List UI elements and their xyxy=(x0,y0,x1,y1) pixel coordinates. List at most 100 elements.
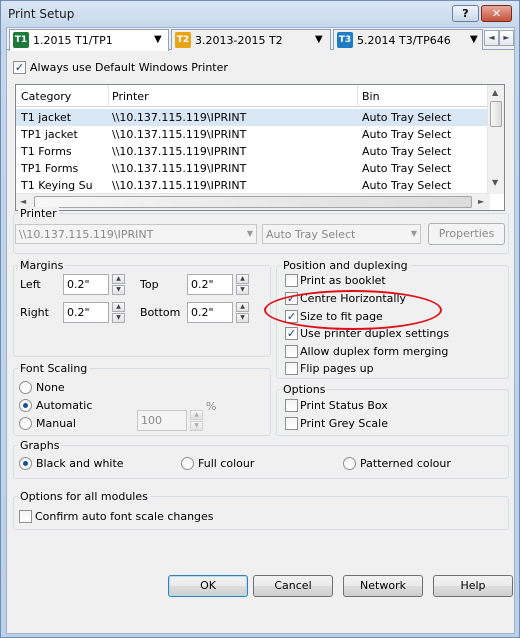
printer-group-label: Printer xyxy=(18,207,59,220)
font-scaling-none-radio[interactable] xyxy=(19,381,32,394)
tab-scroll-left-icon[interactable]: ◄ xyxy=(484,30,499,46)
margin-bottom-stepper[interactable]: ▲ ▼ xyxy=(236,302,249,323)
margin-right-label: Right xyxy=(20,306,49,319)
scroll-up-icon[interactable]: ▲ xyxy=(492,88,498,97)
list-row[interactable]: TP1 jacket \\10.137.115.119\IPRINT Auto … xyxy=(16,126,490,143)
list-horizontal-scrollbar[interactable]: ◄ ► xyxy=(16,193,490,210)
graphs-bw-label: Black and white xyxy=(36,457,124,470)
margins-group-label: Margins xyxy=(18,259,66,272)
font-scaling-manual-label: Manual xyxy=(36,417,76,430)
margin-right-input[interactable]: 0.2" xyxy=(63,302,109,323)
print-status-box-label: Print Status Box xyxy=(300,399,388,412)
scroll-down-icon[interactable]: ▼ xyxy=(492,178,498,187)
row-bin: Auto Tray Select xyxy=(362,179,452,191)
dialog-body: T1 1.2015 T1/TP1 ▼ T2 3.2013-2015 T2 ▼ T… xyxy=(6,27,515,634)
centre-horizontally-label: Centre Horizontally xyxy=(300,292,407,305)
row-bin: Auto Tray Select xyxy=(362,128,452,141)
help-title-button[interactable]: ? xyxy=(452,5,479,22)
all-modules-group-label: Options for all modules xyxy=(18,490,150,503)
row-category: TP1 jacket xyxy=(21,128,78,141)
properties-button[interactable]: Properties xyxy=(428,223,505,245)
margin-right-stepper[interactable]: ▲ ▼ xyxy=(112,302,125,323)
list-vertical-scrollbar[interactable]: ▲ ▼ xyxy=(487,85,504,194)
row-bin: Auto Tray Select xyxy=(362,145,452,158)
margin-top-label: Top xyxy=(140,278,159,291)
chevron-down-icon[interactable]: ▼ xyxy=(154,34,162,45)
row-printer: \\10.137.115.119\IPRINT xyxy=(112,145,247,158)
row-bin: Auto Tray Select xyxy=(362,111,452,124)
ok-button[interactable]: OK xyxy=(168,575,248,597)
window-title: Print Setup xyxy=(8,7,75,21)
margin-top-input[interactable]: 0.2" xyxy=(187,274,233,295)
scroll-left-icon[interactable]: ◄ xyxy=(20,197,26,206)
chevron-down-icon[interactable]: ▼ xyxy=(315,34,323,45)
font-scaling-none-label: None xyxy=(36,381,65,394)
centre-horizontally-checkbox[interactable]: ✓ xyxy=(285,292,298,305)
font-scaling-group-label: Font Scaling xyxy=(18,362,90,375)
font-scaling-automatic-radio[interactable] xyxy=(19,399,32,412)
row-bin: Auto Tray Select xyxy=(362,162,452,175)
scroll-thumb[interactable] xyxy=(490,101,502,127)
bin-select-value: Auto Tray Select xyxy=(266,228,356,241)
t1-icon: T1 xyxy=(13,32,29,48)
print-status-box-checkbox[interactable] xyxy=(285,399,298,412)
tab-t3[interactable]: T3 5.2014 T3/TP646 ▼ xyxy=(333,29,483,50)
list-row[interactable]: T1 Forms \\10.137.115.119\IPRINT Auto Tr… xyxy=(16,143,490,160)
margin-left-input[interactable]: 0.2" xyxy=(63,274,109,295)
tab-scroll-right-icon[interactable]: ► xyxy=(499,30,514,46)
list-row[interactable]: T1 Keying Su \\10.137.115.119\IPRINT Aut… xyxy=(16,177,490,191)
confirm-font-scale-checkbox[interactable] xyxy=(19,510,32,523)
manual-scale-stepper[interactable]: ▲ ▼ xyxy=(190,410,203,431)
size-to-fit-checkbox[interactable]: ✓ xyxy=(285,310,298,323)
row-printer: \\10.137.115.119\IPRINT xyxy=(112,179,247,191)
tab-t1[interactable]: T1 1.2015 T1/TP1 ▼ xyxy=(9,29,169,51)
manual-scale-input[interactable]: 100 xyxy=(137,410,187,431)
graphs-full-colour-radio[interactable] xyxy=(181,457,194,470)
allow-duplex-merging-checkbox[interactable] xyxy=(285,345,298,358)
chevron-down-icon: ▼ xyxy=(246,229,253,238)
list-row[interactable]: TP1 Forms \\10.137.115.119\IPRINT Auto T… xyxy=(16,160,490,177)
list-row[interactable]: T1 jacket \\10.137.115.119\IPRINT Auto T… xyxy=(16,109,490,126)
printer-select[interactable]: \\10.137.115.119\IPRINT ▼ xyxy=(15,224,257,244)
margin-bottom-input[interactable]: 0.2" xyxy=(187,302,233,323)
scroll-right-icon[interactable]: ► xyxy=(478,197,484,206)
print-grey-scale-checkbox[interactable] xyxy=(285,417,298,430)
graphs-bw-radio[interactable] xyxy=(19,457,32,470)
scroll-thumb[interactable] xyxy=(34,196,472,208)
chevron-down-icon: ▼ xyxy=(410,229,417,238)
graphs-group-label: Graphs xyxy=(18,439,62,452)
bin-select[interactable]: Auto Tray Select ▼ xyxy=(262,224,421,244)
use-printer-duplex-checkbox[interactable]: ✓ xyxy=(285,327,298,340)
help-button[interactable]: Help xyxy=(433,575,513,597)
always-default-checkbox[interactable]: ✓ xyxy=(13,61,26,74)
printer-select-value: \\10.137.115.119\IPRINT xyxy=(19,228,154,241)
row-printer: \\10.137.115.119\IPRINT xyxy=(112,162,247,175)
tab-t2-label: 3.2013-2015 T2 xyxy=(195,34,283,47)
header-bin[interactable]: Bin xyxy=(362,90,380,103)
options-group-label: Options xyxy=(281,383,328,396)
graphs-patterned-radio[interactable] xyxy=(343,457,356,470)
cancel-button[interactable]: Cancel xyxy=(253,575,333,597)
margin-top-stepper[interactable]: ▲ ▼ xyxy=(236,274,249,295)
category-list[interactable]: Category Printer Bin T1 jacket \\10.137.… xyxy=(15,84,505,211)
font-scaling-automatic-label: Automatic xyxy=(36,399,93,412)
row-category: TP1 Forms xyxy=(21,162,79,175)
print-as-booklet-checkbox[interactable] xyxy=(285,274,298,287)
close-button[interactable]: ✕ xyxy=(481,5,512,22)
use-printer-duplex-label: Use printer duplex settings xyxy=(300,327,450,340)
tab-strip: T1 1.2015 T1/TP1 ▼ T2 3.2013-2015 T2 ▼ T… xyxy=(7,28,514,51)
graphs-patterned-label: Patterned colour xyxy=(360,457,451,470)
header-category[interactable]: Category xyxy=(21,90,71,103)
position-group-label: Position and duplexing xyxy=(281,259,410,272)
always-default-label: Always use Default Windows Printer xyxy=(30,61,228,74)
flip-pages-up-checkbox[interactable] xyxy=(285,362,298,375)
margin-left-stepper[interactable]: ▲ ▼ xyxy=(112,274,125,295)
network-button[interactable]: Network xyxy=(343,575,423,597)
tab-t2[interactable]: T2 3.2013-2015 T2 ▼ xyxy=(171,29,331,50)
font-scaling-manual-radio[interactable] xyxy=(19,417,32,430)
allow-duplex-merging-label: Allow duplex form merging xyxy=(300,345,449,358)
row-printer: \\10.137.115.119\IPRINT xyxy=(112,128,247,141)
row-category: T1 jacket xyxy=(21,111,72,124)
chevron-down-icon[interactable]: ▼ xyxy=(470,34,478,45)
header-printer[interactable]: Printer xyxy=(112,90,149,103)
